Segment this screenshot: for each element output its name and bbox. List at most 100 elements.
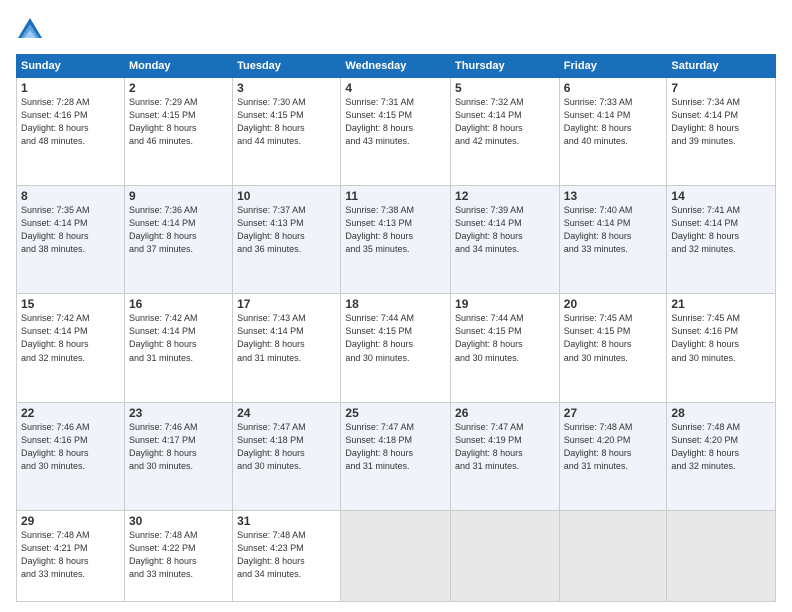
calendar-cell: 22Sunrise: 7:46 AMSunset: 4:16 PMDayligh…	[17, 402, 125, 510]
day-number: 24	[237, 406, 336, 420]
day-number: 14	[671, 189, 771, 203]
calendar-cell	[341, 510, 451, 601]
day-info: Sunrise: 7:47 AMSunset: 4:19 PMDaylight:…	[455, 421, 555, 473]
day-info: Sunrise: 7:30 AMSunset: 4:15 PMDaylight:…	[237, 96, 336, 148]
day-info: Sunrise: 7:47 AMSunset: 4:18 PMDaylight:…	[237, 421, 336, 473]
day-info: Sunrise: 7:31 AMSunset: 4:15 PMDaylight:…	[345, 96, 446, 148]
day-number: 21	[671, 297, 771, 311]
calendar-cell: 18Sunrise: 7:44 AMSunset: 4:15 PMDayligh…	[341, 294, 451, 402]
day-number: 31	[237, 514, 336, 528]
calendar-cell: 12Sunrise: 7:39 AMSunset: 4:14 PMDayligh…	[451, 186, 560, 294]
day-header-thursday: Thursday	[451, 55, 560, 78]
calendar-cell: 14Sunrise: 7:41 AMSunset: 4:14 PMDayligh…	[667, 186, 776, 294]
calendar-cell: 16Sunrise: 7:42 AMSunset: 4:14 PMDayligh…	[124, 294, 232, 402]
calendar-cell: 4Sunrise: 7:31 AMSunset: 4:15 PMDaylight…	[341, 78, 451, 186]
day-header-wednesday: Wednesday	[341, 55, 451, 78]
day-info: Sunrise: 7:48 AMSunset: 4:21 PMDaylight:…	[21, 529, 120, 581]
calendar-cell: 7Sunrise: 7:34 AMSunset: 4:14 PMDaylight…	[667, 78, 776, 186]
day-number: 2	[129, 81, 228, 95]
calendar-cell: 30Sunrise: 7:48 AMSunset: 4:22 PMDayligh…	[124, 510, 232, 601]
calendar-cell: 20Sunrise: 7:45 AMSunset: 4:15 PMDayligh…	[559, 294, 667, 402]
day-info: Sunrise: 7:48 AMSunset: 4:23 PMDaylight:…	[237, 529, 336, 581]
day-info: Sunrise: 7:33 AMSunset: 4:14 PMDaylight:…	[564, 96, 663, 148]
calendar-cell: 11Sunrise: 7:38 AMSunset: 4:13 PMDayligh…	[341, 186, 451, 294]
day-number: 7	[671, 81, 771, 95]
calendar-cell: 5Sunrise: 7:32 AMSunset: 4:14 PMDaylight…	[451, 78, 560, 186]
calendar: SundayMondayTuesdayWednesdayThursdayFrid…	[16, 54, 776, 602]
day-number: 29	[21, 514, 120, 528]
day-info: Sunrise: 7:44 AMSunset: 4:15 PMDaylight:…	[345, 312, 446, 364]
day-number: 30	[129, 514, 228, 528]
logo	[16, 16, 50, 44]
day-number: 3	[237, 81, 336, 95]
day-number: 11	[345, 189, 446, 203]
calendar-cell: 15Sunrise: 7:42 AMSunset: 4:14 PMDayligh…	[17, 294, 125, 402]
day-info: Sunrise: 7:48 AMSunset: 4:20 PMDaylight:…	[671, 421, 771, 473]
calendar-cell: 10Sunrise: 7:37 AMSunset: 4:13 PMDayligh…	[233, 186, 341, 294]
day-number: 27	[564, 406, 663, 420]
calendar-cell	[559, 510, 667, 601]
day-number: 18	[345, 297, 446, 311]
day-info: Sunrise: 7:45 AMSunset: 4:15 PMDaylight:…	[564, 312, 663, 364]
day-number: 6	[564, 81, 663, 95]
day-number: 12	[455, 189, 555, 203]
calendar-cell: 8Sunrise: 7:35 AMSunset: 4:14 PMDaylight…	[17, 186, 125, 294]
day-info: Sunrise: 7:37 AMSunset: 4:13 PMDaylight:…	[237, 204, 336, 256]
calendar-cell: 28Sunrise: 7:48 AMSunset: 4:20 PMDayligh…	[667, 402, 776, 510]
calendar-cell: 25Sunrise: 7:47 AMSunset: 4:18 PMDayligh…	[341, 402, 451, 510]
calendar-cell: 19Sunrise: 7:44 AMSunset: 4:15 PMDayligh…	[451, 294, 560, 402]
day-number: 5	[455, 81, 555, 95]
day-header-sunday: Sunday	[17, 55, 125, 78]
calendar-cell: 27Sunrise: 7:48 AMSunset: 4:20 PMDayligh…	[559, 402, 667, 510]
calendar-cell: 13Sunrise: 7:40 AMSunset: 4:14 PMDayligh…	[559, 186, 667, 294]
calendar-cell: 2Sunrise: 7:29 AMSunset: 4:15 PMDaylight…	[124, 78, 232, 186]
calendar-cell: 24Sunrise: 7:47 AMSunset: 4:18 PMDayligh…	[233, 402, 341, 510]
calendar-cell: 1Sunrise: 7:28 AMSunset: 4:16 PMDaylight…	[17, 78, 125, 186]
logo-icon	[16, 16, 44, 44]
day-number: 16	[129, 297, 228, 311]
day-info: Sunrise: 7:48 AMSunset: 4:20 PMDaylight:…	[564, 421, 663, 473]
page: SundayMondayTuesdayWednesdayThursdayFrid…	[0, 0, 792, 612]
day-number: 8	[21, 189, 120, 203]
day-number: 20	[564, 297, 663, 311]
day-info: Sunrise: 7:32 AMSunset: 4:14 PMDaylight:…	[455, 96, 555, 148]
day-info: Sunrise: 7:46 AMSunset: 4:17 PMDaylight:…	[129, 421, 228, 473]
day-info: Sunrise: 7:42 AMSunset: 4:14 PMDaylight:…	[129, 312, 228, 364]
calendar-cell: 3Sunrise: 7:30 AMSunset: 4:15 PMDaylight…	[233, 78, 341, 186]
calendar-cell: 29Sunrise: 7:48 AMSunset: 4:21 PMDayligh…	[17, 510, 125, 601]
day-number: 26	[455, 406, 555, 420]
day-number: 19	[455, 297, 555, 311]
calendar-cell	[451, 510, 560, 601]
day-number: 10	[237, 189, 336, 203]
day-number: 13	[564, 189, 663, 203]
day-number: 17	[237, 297, 336, 311]
calendar-cell: 23Sunrise: 7:46 AMSunset: 4:17 PMDayligh…	[124, 402, 232, 510]
day-number: 1	[21, 81, 120, 95]
day-number: 25	[345, 406, 446, 420]
calendar-cell	[667, 510, 776, 601]
day-info: Sunrise: 7:43 AMSunset: 4:14 PMDaylight:…	[237, 312, 336, 364]
day-info: Sunrise: 7:41 AMSunset: 4:14 PMDaylight:…	[671, 204, 771, 256]
day-info: Sunrise: 7:44 AMSunset: 4:15 PMDaylight:…	[455, 312, 555, 364]
day-number: 9	[129, 189, 228, 203]
day-number: 28	[671, 406, 771, 420]
day-number: 22	[21, 406, 120, 420]
calendar-cell: 9Sunrise: 7:36 AMSunset: 4:14 PMDaylight…	[124, 186, 232, 294]
day-info: Sunrise: 7:38 AMSunset: 4:13 PMDaylight:…	[345, 204, 446, 256]
day-info: Sunrise: 7:36 AMSunset: 4:14 PMDaylight:…	[129, 204, 228, 256]
day-info: Sunrise: 7:35 AMSunset: 4:14 PMDaylight:…	[21, 204, 120, 256]
calendar-cell: 31Sunrise: 7:48 AMSunset: 4:23 PMDayligh…	[233, 510, 341, 601]
day-info: Sunrise: 7:39 AMSunset: 4:14 PMDaylight:…	[455, 204, 555, 256]
day-info: Sunrise: 7:45 AMSunset: 4:16 PMDaylight:…	[671, 312, 771, 364]
day-header-tuesday: Tuesday	[233, 55, 341, 78]
day-number: 4	[345, 81, 446, 95]
day-number: 23	[129, 406, 228, 420]
day-header-monday: Monday	[124, 55, 232, 78]
day-info: Sunrise: 7:48 AMSunset: 4:22 PMDaylight:…	[129, 529, 228, 581]
day-info: Sunrise: 7:29 AMSunset: 4:15 PMDaylight:…	[129, 96, 228, 148]
day-info: Sunrise: 7:46 AMSunset: 4:16 PMDaylight:…	[21, 421, 120, 473]
calendar-cell: 6Sunrise: 7:33 AMSunset: 4:14 PMDaylight…	[559, 78, 667, 186]
day-header-saturday: Saturday	[667, 55, 776, 78]
calendar-cell: 26Sunrise: 7:47 AMSunset: 4:19 PMDayligh…	[451, 402, 560, 510]
day-info: Sunrise: 7:40 AMSunset: 4:14 PMDaylight:…	[564, 204, 663, 256]
